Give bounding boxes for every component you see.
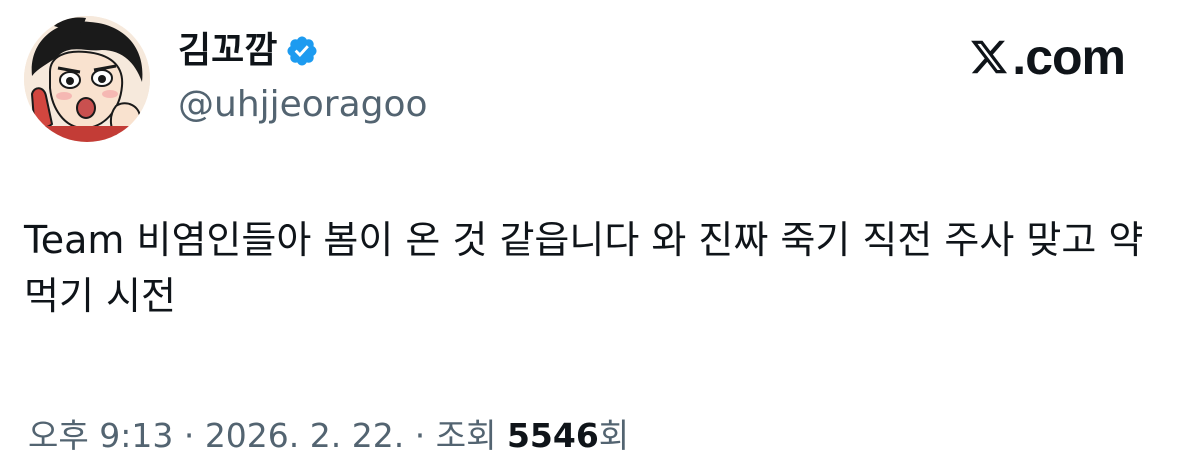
- x-logo-icon: [971, 40, 1008, 74]
- meta-separator: ·: [404, 416, 436, 455]
- brand-domain-text: .com: [1012, 29, 1126, 85]
- views-label: 조회: [435, 416, 507, 455]
- avatar[interactable]: [24, 16, 150, 142]
- tweet-meta: 오후 9:13 · 2026. 2. 22. · 조회 5546회: [28, 413, 629, 459]
- tweet-time[interactable]: 오후 9:13: [28, 416, 173, 455]
- display-name[interactable]: 김꼬깜: [178, 28, 277, 74]
- x-com-brand: .com: [968, 29, 1126, 85]
- author-handle[interactable]: @uhjjeoragoo: [178, 82, 428, 128]
- meta-separator: ·: [173, 416, 205, 455]
- author-name-row: 김꼬깜: [178, 28, 319, 74]
- views-count: 5546: [506, 416, 599, 455]
- verified-badge-icon: [287, 36, 317, 66]
- tweet-date[interactable]: 2026. 2. 22.: [205, 416, 404, 455]
- manga-character-avatar-icon: [24, 16, 150, 142]
- tweet-text: Team 비염인들아 봄이 온 것 같읍니다 와 진짜 죽기 직전 주사 맞고 …: [24, 218, 1156, 318]
- views-suffix: 회: [598, 416, 630, 455]
